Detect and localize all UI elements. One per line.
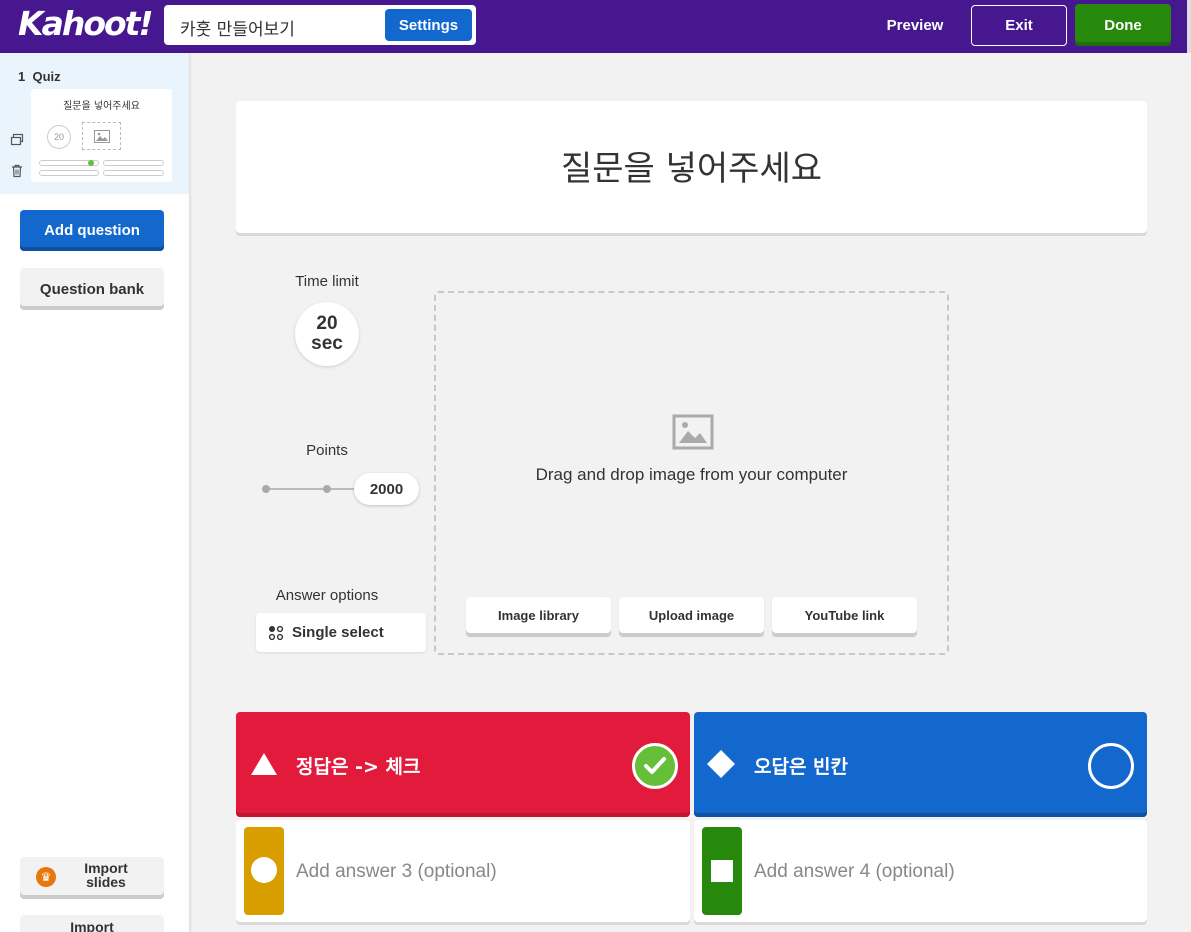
points-slider-track[interactable] <box>265 488 360 490</box>
thumb-answer-3 <box>39 170 99 176</box>
answer-2-text: 오답은 빈칸 <box>754 756 849 778</box>
circle-icon <box>251 857 277 883</box>
slide-label: 1 Quiz <box>18 69 61 84</box>
question-input[interactable]: 질문을 넣어주세요 <box>236 101 1147 233</box>
exit-button[interactable]: Exit <box>971 5 1067 46</box>
import-slides-button[interactable]: ♛ Import slides <box>20 857 164 899</box>
slide-item[interactable]: 1 Quiz 질문을 넣어주세요 20 <box>0 53 189 194</box>
youtube-link-button[interactable]: YouTube link <box>772 597 917 637</box>
kahoot-title-text: 카훗 만들어보기 <box>180 20 295 40</box>
answer-4-placeholder: Add answer 4 (optional) <box>754 861 955 882</box>
answer-3-color-tab <box>244 827 284 915</box>
answer-options-value: Single select <box>292 624 384 641</box>
points-slider-stop-2[interactable] <box>323 485 331 493</box>
question-bank-button[interactable]: Question bank <box>20 268 164 310</box>
checkmark-icon <box>644 757 666 774</box>
thumb-answer-4 <box>103 170 164 176</box>
answer-options-select[interactable]: Single select <box>256 613 426 652</box>
diamond-icon <box>707 750 735 778</box>
correct-toggle-checked[interactable] <box>632 743 678 789</box>
settings-button[interactable]: Settings <box>385 9 472 41</box>
answer-options-icon <box>268 625 284 641</box>
square-icon <box>711 860 733 882</box>
question-text: 질문을 넣어주세요 <box>560 149 823 189</box>
correct-toggle-unchecked[interactable] <box>1088 743 1134 789</box>
answer-1-text: 정답은 -> 체크 <box>296 756 421 778</box>
triangle-icon <box>251 753 277 775</box>
kahoot-title-field[interactable]: 카훗 만들어보기 Settings <box>164 5 476 45</box>
time-limit-selector[interactable]: 20 sec <box>295 302 359 366</box>
answer-1[interactable]: 정답은 -> 체크 <box>236 712 690 817</box>
scrollbar[interactable] <box>1187 0 1191 53</box>
upload-image-button[interactable]: Upload image <box>619 597 764 637</box>
kahoot-logo[interactable]: Kahoot! <box>18 4 154 43</box>
answer-options-label: Answer options <box>275 587 379 604</box>
media-drop-text: Drag and drop image from your computer <box>535 465 848 484</box>
thumb-correct-dot <box>88 160 94 166</box>
thumb-timer: 20 <box>47 125 71 149</box>
slide-thumbnail[interactable]: 질문을 넣어주세요 20 <box>31 89 172 182</box>
image-icon <box>672 414 714 450</box>
done-button[interactable]: Done <box>1075 4 1171 46</box>
image-icon <box>93 129 110 143</box>
thumb-answer-2 <box>103 160 164 166</box>
thumb-question: 질문을 넣어주세요 <box>63 101 140 112</box>
import-slides-label: Import slides <box>84 860 128 890</box>
answer-4-color-tab <box>702 827 742 915</box>
image-library-button[interactable]: Image library <box>466 597 611 637</box>
preview-button[interactable]: Preview <box>876 5 954 45</box>
points-label: Points <box>306 442 348 459</box>
crown-icon: ♛ <box>36 867 56 887</box>
slide-sidebar: 1 Quiz 질문을 넣어주세요 20 Add question Questio… <box>0 53 189 932</box>
slide-number: 1 <box>18 69 26 84</box>
duplicate-icon[interactable] <box>10 133 24 147</box>
points-slider-handle[interactable]: 2000 <box>354 473 419 505</box>
top-bar: Kahoot! 카훗 만들어보기 Settings Preview Exit D… <box>0 0 1191 53</box>
answer-2[interactable]: 오답은 빈칸 <box>694 712 1147 817</box>
slide-type: Quiz <box>32 69 61 84</box>
answer-4[interactable]: Add answer 4 (optional) <box>694 820 1147 922</box>
import-button[interactable]: Import <box>20 915 164 932</box>
media-dropzone[interactable]: Drag and drop image from your computer I… <box>434 291 949 655</box>
answer-3-placeholder: Add answer 3 (optional) <box>296 861 497 882</box>
time-limit-value: 20 <box>316 313 338 334</box>
delete-icon[interactable] <box>10 164 24 178</box>
time-limit-label: Time limit <box>295 273 359 290</box>
add-question-button[interactable]: Add question <box>20 210 164 251</box>
answer-3[interactable]: Add answer 3 (optional) <box>236 820 690 922</box>
points-slider-stop-1[interactable] <box>262 485 270 493</box>
thumb-image-placeholder <box>82 122 121 150</box>
time-limit-unit: sec <box>311 333 343 354</box>
